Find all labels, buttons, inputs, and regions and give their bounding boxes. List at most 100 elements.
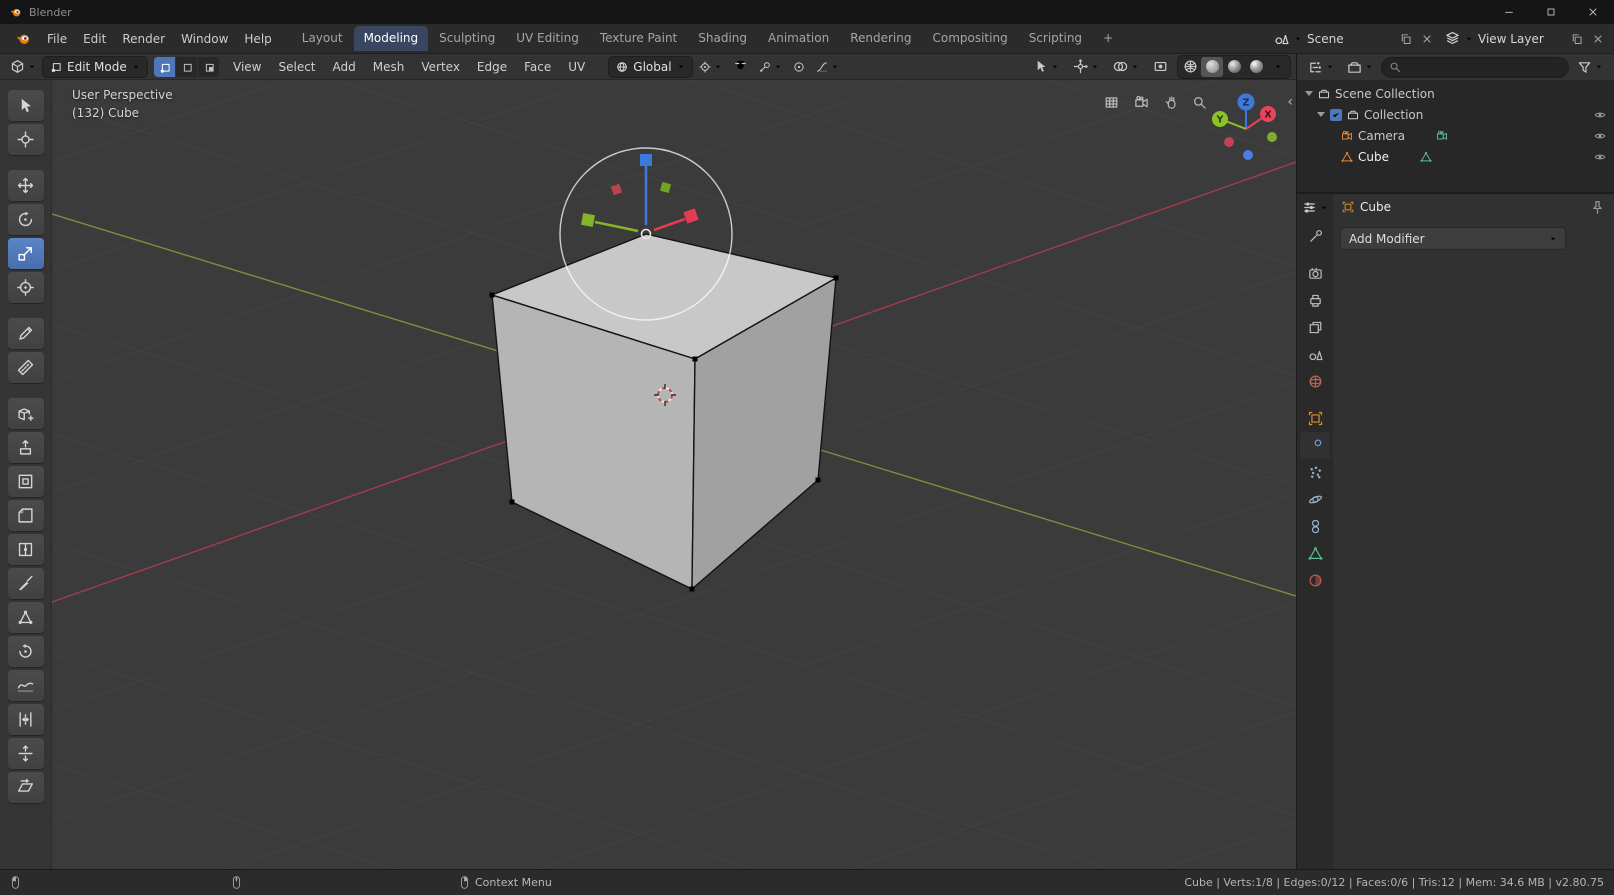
tab-render[interactable] — [1300, 260, 1330, 287]
menu-mesh[interactable]: Mesh — [366, 57, 412, 77]
overlays-toggle[interactable] — [1109, 57, 1143, 76]
outliner-item-label[interactable]: Scene Collection — [1335, 87, 1435, 101]
edge-select-button[interactable] — [176, 57, 197, 77]
tool-spin[interactable] — [8, 636, 44, 667]
view-layer-icon[interactable] — [1445, 31, 1460, 46]
tool-add-cube[interactable] — [8, 398, 44, 429]
add-modifier-dropdown[interactable]: Add Modifier — [1341, 228, 1565, 249]
xray-toggle[interactable] — [1149, 57, 1172, 76]
face-select-button[interactable] — [198, 57, 219, 77]
maximize-button[interactable] — [1530, 0, 1572, 24]
gizmo-z-handle[interactable] — [640, 154, 652, 166]
gizmo-plane-x-handle[interactable] — [611, 184, 623, 196]
shading-wireframe-button[interactable] — [1179, 57, 1201, 77]
disclosure-triangle-icon[interactable] — [1305, 91, 1313, 96]
tool-select-box[interactable] — [8, 90, 44, 121]
menu-edit[interactable]: Edit — [75, 28, 114, 50]
tool-inset-faces[interactable] — [8, 466, 44, 497]
workspace-tab-rendering[interactable]: Rendering — [840, 26, 921, 51]
mode-dropdown[interactable]: Edit Mode — [43, 57, 147, 77]
close-button[interactable] — [1572, 0, 1614, 24]
new-scene-button[interactable] — [1398, 31, 1414, 47]
shading-material-button[interactable] — [1223, 57, 1245, 77]
tool-transform[interactable] — [8, 272, 44, 303]
menu-help[interactable]: Help — [236, 28, 279, 50]
outliner-item-label[interactable]: Camera — [1358, 129, 1405, 143]
nav-axis-neg-z-ball[interactable] — [1243, 150, 1253, 160]
outliner-search-input[interactable] — [1382, 58, 1568, 77]
workspace-tab-sculpting[interactable]: Sculpting — [429, 26, 505, 51]
proportional-editing-toggle[interactable] — [789, 59, 809, 75]
visibility-eye-icon[interactable] — [1594, 130, 1606, 142]
gizmo-y-handle[interactable] — [581, 213, 595, 227]
tool-loop-cut[interactable] — [8, 534, 44, 565]
workspace-tab-texture-paint[interactable]: Texture Paint — [590, 26, 687, 51]
new-view-layer-button[interactable] — [1569, 31, 1585, 47]
collection-checkbox[interactable] — [1330, 109, 1342, 121]
nav-axis-neg-y-ball[interactable] — [1267, 132, 1277, 142]
snap-target-dropdown[interactable] — [755, 59, 786, 75]
tool-edge-slide[interactable] — [8, 704, 44, 735]
menu-render[interactable]: Render — [114, 28, 173, 50]
menu-add[interactable]: Add — [326, 57, 363, 77]
tool-measure[interactable] — [8, 352, 44, 383]
pin-icon[interactable] — [1590, 200, 1605, 215]
workspace-tab-compositing[interactable]: Compositing — [922, 26, 1017, 51]
workspace-tab-scripting[interactable]: Scripting — [1019, 26, 1092, 51]
outliner-row-camera[interactable]: Camera — [1297, 125, 1614, 146]
outliner-row-scene-collection[interactable]: Scene Collection — [1297, 83, 1614, 104]
scene-name[interactable]: Scene — [1307, 32, 1393, 46]
outliner-display-mode-dropdown[interactable] — [1343, 58, 1377, 77]
sidebar-toggle-arrow[interactable]: ‹ — [1287, 94, 1293, 110]
tab-constraints[interactable] — [1300, 513, 1330, 540]
gizmo-x-handle[interactable] — [683, 208, 698, 223]
workspace-tab-modeling[interactable]: Modeling — [354, 26, 429, 51]
snap-toggle-button[interactable] — [729, 57, 752, 76]
chevron-down-icon[interactable] — [1465, 35, 1473, 43]
outliner-row-cube[interactable]: Cube — [1297, 146, 1614, 167]
tab-object[interactable] — [1300, 405, 1330, 432]
menu-face[interactable]: Face — [517, 57, 558, 77]
outliner-row-collection[interactable]: Collection — [1297, 104, 1614, 125]
vertex-select-button[interactable] — [154, 57, 175, 77]
tool-scale[interactable] — [8, 238, 44, 269]
tool-extrude-region[interactable] — [8, 432, 44, 463]
tab-physics[interactable] — [1300, 486, 1330, 513]
shading-options-dropdown[interactable] — [1267, 57, 1289, 77]
camera-view-button[interactable] — [1128, 89, 1154, 115]
viewport-canvas[interactable]: Z Y X User Perspective (132) Cube ‹ — [52, 80, 1296, 869]
tool-move[interactable] — [8, 170, 44, 201]
tab-particles[interactable] — [1300, 459, 1330, 486]
proportional-falloff-dropdown[interactable] — [812, 59, 843, 75]
visibility-eye-icon[interactable] — [1594, 151, 1606, 163]
zoom-view-button[interactable] — [1186, 89, 1212, 115]
pan-view-button[interactable] — [1158, 89, 1184, 115]
tab-modifiers[interactable] — [1300, 432, 1330, 459]
tool-knife[interactable] — [8, 568, 44, 599]
outliner-item-label[interactable]: Collection — [1364, 108, 1423, 122]
view-layer-name[interactable]: View Layer — [1478, 32, 1564, 46]
workspace-tab-shading[interactable]: Shading — [688, 26, 757, 51]
scene-icon[interactable] — [1274, 31, 1289, 46]
tool-shrink-fatten[interactable] — [8, 738, 44, 769]
object-type-visibility-dropdown[interactable] — [1029, 57, 1063, 76]
menu-edge[interactable]: Edge — [470, 57, 514, 77]
tool-cursor[interactable] — [8, 124, 44, 155]
minimize-button[interactable] — [1488, 0, 1530, 24]
properties-editor-type-button[interactable] — [1298, 198, 1332, 217]
tool-bevel[interactable] — [8, 500, 44, 531]
camera-data-icon[interactable] — [1436, 130, 1448, 142]
outliner-filter-button[interactable] — [1573, 58, 1607, 77]
workspace-tab-layout[interactable]: Layout — [292, 26, 353, 51]
menu-select[interactable]: Select — [271, 57, 322, 77]
workspace-tab-uv-editing[interactable]: UV Editing — [506, 26, 589, 51]
tab-scene[interactable] — [1300, 341, 1330, 368]
workspace-tab-animation[interactable]: Animation — [758, 26, 839, 51]
tab-view-layer[interactable] — [1300, 314, 1330, 341]
shading-rendered-button[interactable] — [1245, 57, 1267, 77]
disclosure-triangle-icon[interactable] — [1317, 112, 1325, 117]
tab-material[interactable] — [1300, 567, 1330, 594]
tool-smooth[interactable] — [8, 670, 44, 701]
outliner-item-label[interactable]: Cube — [1358, 150, 1389, 164]
pivot-point-dropdown[interactable] — [695, 59, 726, 75]
